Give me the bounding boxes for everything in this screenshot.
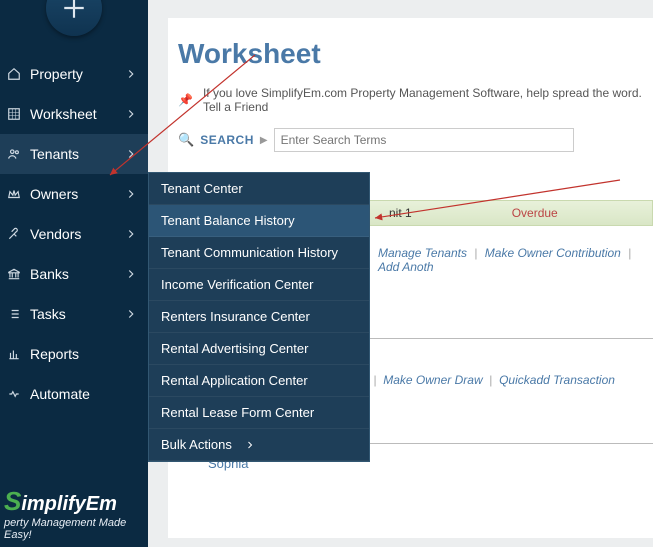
chevron-right-icon <box>124 227 138 241</box>
search-icon: 🔍 <box>178 132 194 148</box>
nav-vendors[interactable]: Vendors <box>0 214 148 254</box>
nav-label: Property <box>30 66 124 82</box>
nav-label: Worksheet <box>30 106 124 122</box>
bank-icon <box>6 266 22 282</box>
crown-icon <box>6 186 22 202</box>
nav-label: Tasks <box>30 306 124 322</box>
tenants-submenu: Tenant Center Tenant Balance History Ten… <box>148 172 370 462</box>
brand-logo: SSimplifyEmimplifyEm perty Management Ma… <box>4 486 144 541</box>
submenu-rental-application-center[interactable]: Rental Application Center <box>149 365 369 397</box>
pin-icon: 📌 <box>178 93 193 107</box>
link-make-owner-draw[interactable]: Make Owner Draw <box>383 373 482 387</box>
chevron-right-icon <box>244 439 256 451</box>
nav-worksheet[interactable]: Worksheet <box>0 94 148 134</box>
submenu-tenant-balance-history[interactable]: Tenant Balance History <box>149 205 369 237</box>
nav-label: Owners <box>30 186 124 202</box>
submenu-tenant-communication-history[interactable]: Tenant Communication History <box>149 237 369 269</box>
search-label: SEARCH <box>200 133 254 147</box>
unit-label: nit 1 <box>389 206 412 220</box>
plus-icon <box>61 0 87 21</box>
submenu-rental-advertising-center[interactable]: Rental Advertising Center <box>149 333 369 365</box>
nav-label: Reports <box>30 346 138 362</box>
search-row: 🔍 SEARCH ▶ <box>178 128 653 152</box>
link-add-another[interactable]: Add Anoth <box>378 260 434 274</box>
submenu-renters-insurance-center[interactable]: Renters Insurance Center <box>149 301 369 333</box>
sidebar: Property Worksheet Tenants Owners Vendor… <box>0 0 148 547</box>
submenu-rental-lease-form-center[interactable]: Rental Lease Form Center <box>149 397 369 429</box>
nav-label: Automate <box>30 386 138 402</box>
chevron-right-icon <box>124 147 138 161</box>
people-icon <box>6 146 22 162</box>
link-manage-tenants[interactable]: Manage Tenants <box>378 246 467 260</box>
page-title: Worksheet <box>178 38 653 70</box>
list-icon <box>6 306 22 322</box>
submenu-income-verification-center[interactable]: Income Verification Center <box>149 269 369 301</box>
chart-icon <box>6 346 22 362</box>
search-input[interactable] <box>274 128 574 152</box>
promo-text: If you love SimplifyEm.com Property Mana… <box>203 86 653 114</box>
chevron-right-icon <box>124 267 138 281</box>
nav-tasks[interactable]: Tasks <box>0 294 148 334</box>
main-nav: Property Worksheet Tenants Owners Vendor… <box>0 54 148 414</box>
add-button[interactable] <box>46 0 102 36</box>
nav-label: Banks <box>30 266 124 282</box>
chevron-right-icon <box>124 187 138 201</box>
link-quickadd-transaction[interactable]: Quickadd Transaction <box>499 373 615 387</box>
nav-reports[interactable]: Reports <box>0 334 148 374</box>
nav-property[interactable]: Property <box>0 54 148 94</box>
overdue-label: Overdue <box>512 206 558 220</box>
chevron-right-icon <box>124 107 138 121</box>
chevron-right-icon <box>124 307 138 321</box>
brand-tagline: perty Management Made Easy! <box>4 517 144 541</box>
cog-icon <box>6 386 22 402</box>
home-icon <box>6 66 22 82</box>
nav-tenants[interactable]: Tenants <box>0 134 148 174</box>
grid-icon <box>6 106 22 122</box>
submenu-bulk-actions[interactable]: Bulk Actions <box>149 429 369 461</box>
promo-banner: 📌 If you love SimplifyEm.com Property Ma… <box>178 86 653 114</box>
nav-label: Vendors <box>30 226 124 242</box>
nav-owners[interactable]: Owners <box>0 174 148 214</box>
link-make-owner-contribution[interactable]: Make Owner Contribution <box>485 246 621 260</box>
nav-automate[interactable]: Automate <box>0 374 148 414</box>
chevron-right-icon <box>124 67 138 81</box>
nav-label: Tenants <box>30 146 124 162</box>
nav-banks[interactable]: Banks <box>0 254 148 294</box>
tools-icon <box>6 226 22 242</box>
submenu-tenant-center[interactable]: Tenant Center <box>149 173 369 205</box>
triangle-right-icon: ▶ <box>260 135 268 146</box>
